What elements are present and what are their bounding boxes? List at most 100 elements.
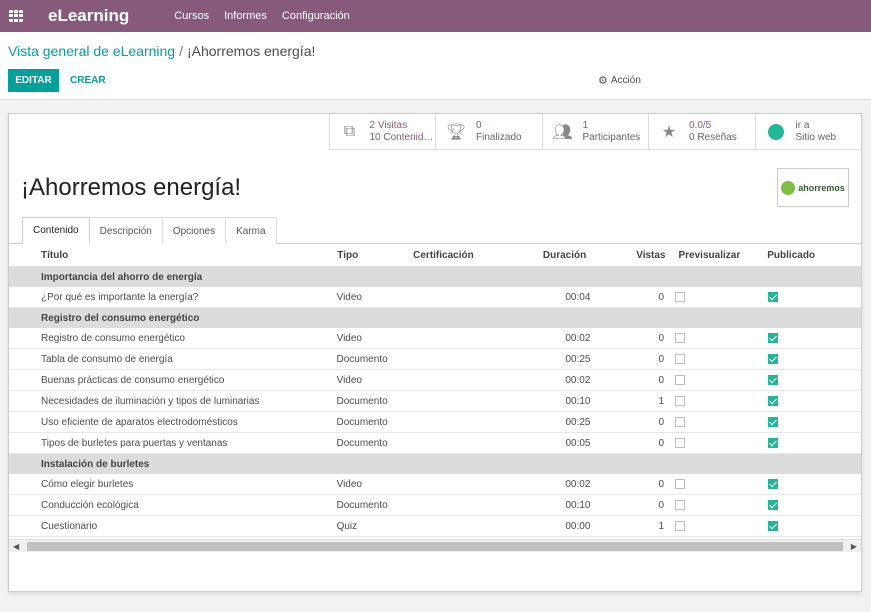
- cell-views: 0: [658, 437, 665, 449]
- app-brand[interactable]: eLearning: [48, 6, 129, 26]
- stat-button-website[interactable]: ir a Sitio web: [754, 114, 862, 150]
- scrollbar-thumb[interactable]: [27, 542, 843, 551]
- column-header-title[interactable]: Título: [9, 250, 305, 261]
- column-header-views[interactable]: Vistas: [624, 250, 674, 261]
- cell-duration: 00:02: [565, 478, 591, 490]
- table-row[interactable]: Conducción ecológica Documento 00:10 0: [9, 495, 861, 516]
- cell-duration: 00:04: [565, 291, 591, 303]
- table-row[interactable]: Tabla de consumo de energía Documento 00:2…: [9, 349, 861, 370]
- star-icon: ★: [661, 124, 677, 141]
- stat-button-finished[interactable]: 🏆︎ 0 Finalizado: [435, 114, 542, 150]
- published-checkbox[interactable]: [767, 437, 778, 448]
- cell-preview: [672, 291, 768, 303]
- published-checkbox[interactable]: [767, 416, 778, 427]
- cell-duration: 00:02: [565, 332, 591, 344]
- stat-value: 2 Visitas: [369, 120, 408, 131]
- preview-checkbox[interactable]: [675, 416, 686, 427]
- preview-checkbox[interactable]: [675, 478, 686, 489]
- cell-type: Video: [336, 291, 362, 303]
- horizontal-scrollbar[interactable]: ◀ ▶: [9, 539, 861, 552]
- published-checkbox[interactable]: [767, 478, 778, 489]
- stat-label: 0 Reseñas: [689, 132, 737, 143]
- published-checkbox[interactable]: [767, 499, 778, 510]
- cell-published: [767, 332, 861, 344]
- cell-published: [767, 478, 861, 490]
- cell-duration: 00:25: [565, 353, 591, 365]
- preview-checkbox[interactable]: [675, 291, 686, 302]
- preview-checkbox[interactable]: [675, 374, 686, 385]
- cell-views: 0: [658, 332, 665, 344]
- preview-checkbox[interactable]: [675, 332, 686, 343]
- create-button[interactable]: CREAR: [62, 69, 114, 92]
- table-row[interactable]: Registro de consumo energético Video 00:02…: [9, 328, 861, 349]
- preview-checkbox[interactable]: [675, 437, 686, 448]
- column-header-published[interactable]: Publicado: [767, 250, 861, 261]
- action-dropdown[interactable]: ⚙ Acción: [598, 74, 641, 87]
- table-row[interactable]: Uso eficiente de aparatos electrodomésti…: [9, 412, 861, 433]
- preview-checkbox[interactable]: [675, 395, 686, 406]
- cell-type: Documento: [336, 395, 388, 407]
- group-name: Importancia del ahorro de energía: [41, 271, 203, 283]
- cell-type: Video: [336, 332, 362, 344]
- preview-checkbox[interactable]: [675, 353, 686, 364]
- stat-button-rating[interactable]: ★ 0.0/5 0 Reseñas: [648, 114, 755, 150]
- preview-checkbox[interactable]: [675, 499, 686, 510]
- breadcrumb-separator: /: [179, 43, 183, 59]
- cell-duration: 00:02: [565, 374, 591, 386]
- edit-button[interactable]: EDITAR: [8, 69, 59, 92]
- tab-opciones[interactable]: Opciones: [161, 217, 227, 244]
- gear-icon: ⚙: [598, 75, 608, 87]
- published-checkbox[interactable]: [767, 374, 778, 385]
- group-row[interactable]: Importancia del ahorro de energía: [9, 267, 861, 287]
- column-header-preview[interactable]: Previsualizar: [674, 250, 768, 261]
- cell-type: Documento: [336, 416, 388, 428]
- apps-grid-icon[interactable]: [9, 10, 23, 22]
- cell-duration: 00:00: [565, 520, 591, 532]
- group-row[interactable]: Registro del consumo energético: [9, 308, 861, 328]
- table-row[interactable]: Cuestionario Quiz 00:00 1: [9, 516, 861, 537]
- group-row[interactable]: Instalación de burletes: [9, 454, 861, 474]
- notebook-tabs: Contenido Descripción Opciones Karma: [22, 217, 277, 244]
- cell-title: Necesidades de iluminación y tipos de lu…: [41, 395, 260, 407]
- table-row[interactable]: Necesidades de iluminación y tipos de lu…: [9, 391, 861, 412]
- published-checkbox[interactable]: [767, 332, 778, 343]
- published-checkbox[interactable]: [767, 520, 778, 531]
- breadcrumb-current: ¡Ahorremos energía!: [186, 43, 316, 59]
- scroll-left-icon[interactable]: ◀: [13, 542, 19, 551]
- logo-text: ahorremos: [798, 182, 845, 193]
- column-header-duration[interactable]: Duración: [511, 250, 624, 261]
- column-header-certification[interactable]: Certificación: [381, 250, 511, 261]
- breadcrumb-parent[interactable]: Vista general de eLearning: [8, 43, 175, 59]
- form-sheet: ⧉ 2 Visitas 10 Contenid… 🏆︎ 0 Finalizado 👥…: [8, 113, 862, 592]
- cell-title: Cuestionario: [41, 520, 98, 532]
- table-row[interactable]: Tipos de burletes para puertas y ventana…: [9, 433, 861, 454]
- menu-item-informes[interactable]: Informes: [224, 10, 267, 22]
- column-header-type[interactable]: Tipo: [305, 250, 381, 261]
- published-checkbox[interactable]: [767, 395, 778, 406]
- table-row[interactable]: Buenas prácticas de consumo energético Vi…: [9, 370, 861, 391]
- published-checkbox[interactable]: [767, 353, 778, 364]
- scroll-right-icon[interactable]: ▶: [851, 542, 857, 551]
- table-row[interactable]: ¿Por qué es importante la energía? Video 0…: [9, 287, 861, 308]
- cell-title: Cómo elegir burletes: [41, 478, 134, 490]
- table-row[interactable]: Cómo elegir burletes Video 00:02 0: [9, 474, 861, 495]
- stat-button-views[interactable]: ⧉ 2 Visitas 10 Contenid…: [328, 114, 436, 150]
- trophy-icon: 🏆︎: [445, 124, 467, 141]
- cell-published: [767, 353, 861, 365]
- cell-views: 0: [658, 478, 665, 490]
- cell-preview: [672, 416, 767, 428]
- stat-value: ir a: [795, 120, 810, 131]
- cell-views: 0: [658, 353, 665, 365]
- cell-preview: [672, 395, 767, 407]
- preview-checkbox[interactable]: [675, 520, 686, 531]
- menu-item-cursos[interactable]: Cursos: [174, 10, 209, 22]
- stat-value: 1: [582, 120, 589, 131]
- menu-item-configuracion[interactable]: Configuración: [282, 10, 350, 22]
- tab-descripcion[interactable]: Descripción: [88, 217, 163, 244]
- stat-button-attendees[interactable]: 👥︎ 1 Participantes: [541, 114, 649, 150]
- cell-published: [767, 437, 861, 449]
- published-checkbox[interactable]: [767, 291, 778, 302]
- tab-karma[interactable]: Karma: [225, 217, 277, 244]
- cell-title: Conducción ecológica: [41, 499, 139, 511]
- tab-contenido[interactable]: Contenido: [22, 217, 90, 244]
